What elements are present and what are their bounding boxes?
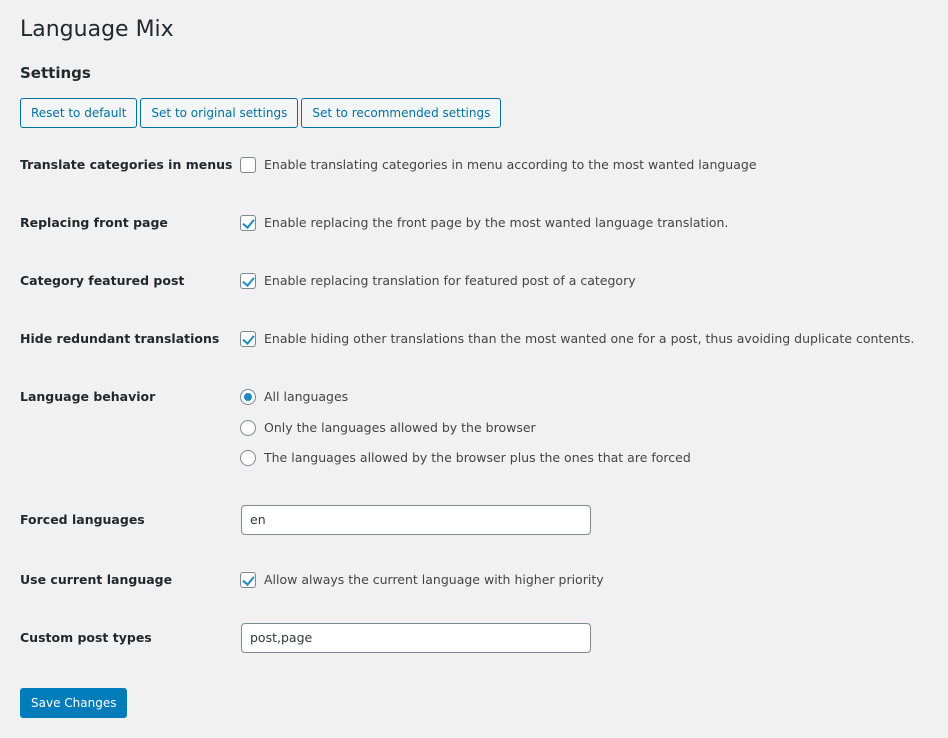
category-featured-post-checkbox[interactable] xyxy=(240,273,256,289)
language-behavior-radio-forced[interactable] xyxy=(240,450,256,466)
replacing-front-page-option-text: Enable replacing the front page by the m… xyxy=(264,215,729,230)
set-recommended-settings-button[interactable]: Set to recommended settings xyxy=(301,98,502,128)
section-title: Settings xyxy=(20,64,91,82)
replacing-front-page-label: Replacing front page xyxy=(20,215,168,230)
page-title: Language Mix xyxy=(20,17,174,42)
forced-languages-label: Forced languages xyxy=(20,512,145,527)
forced-languages-input[interactable]: en xyxy=(241,505,591,535)
custom-post-types-input[interactable]: post,page xyxy=(241,623,591,653)
category-featured-post-option[interactable]: Enable replacing translation for feature… xyxy=(240,273,636,289)
set-original-settings-button[interactable]: Set to original settings xyxy=(140,98,299,128)
custom-post-types-label: Custom post types xyxy=(20,630,152,645)
settings-toolbar: Reset to default Set to original setting… xyxy=(20,98,502,128)
language-behavior-label: Language behavior xyxy=(20,389,156,404)
use-current-language-option[interactable]: Allow always the current language with h… xyxy=(240,572,604,588)
hide-redundant-label: Hide redundant translations xyxy=(20,331,220,346)
language-behavior-option-text: All languages xyxy=(264,389,349,404)
hide-redundant-option-text: Enable hiding other translations than th… xyxy=(264,331,915,346)
hide-redundant-checkbox[interactable] xyxy=(240,331,256,347)
use-current-language-option-text: Allow always the current language with h… xyxy=(264,572,604,587)
translate-categories-option[interactable]: Enable translating categories in menu ac… xyxy=(240,157,757,173)
replacing-front-page-checkbox[interactable] xyxy=(240,215,256,231)
category-featured-post-option-text: Enable replacing translation for feature… xyxy=(264,273,636,288)
replacing-front-page-option[interactable]: Enable replacing the front page by the m… xyxy=(240,215,728,231)
use-current-language-checkbox[interactable] xyxy=(240,572,256,588)
language-behavior-radio-browser[interactable] xyxy=(240,420,256,436)
hide-redundant-option[interactable]: Enable hiding other translations than th… xyxy=(240,331,914,347)
translate-categories-checkbox[interactable] xyxy=(240,157,256,173)
use-current-language-label: Use current language xyxy=(20,572,173,587)
save-changes-button[interactable]: Save Changes xyxy=(20,688,128,718)
category-featured-post-label: Category featured post xyxy=(20,273,185,288)
language-behavior-option-text: The languages allowed by the browser plu… xyxy=(264,450,691,465)
translate-categories-option-text: Enable translating categories in menu ac… xyxy=(264,157,757,172)
language-behavior-radio-all[interactable] xyxy=(240,389,256,405)
language-behavior-option-text: Only the languages allowed by the browse… xyxy=(264,420,536,435)
language-behavior-option-forced[interactable]: The languages allowed by the browser plu… xyxy=(240,450,691,466)
translate-categories-label: Translate categories in menus xyxy=(20,157,233,172)
language-behavior-option-all[interactable]: All languages xyxy=(240,389,348,405)
reset-to-default-button[interactable]: Reset to default xyxy=(20,98,138,128)
language-behavior-option-browser[interactable]: Only the languages allowed by the browse… xyxy=(240,420,536,436)
